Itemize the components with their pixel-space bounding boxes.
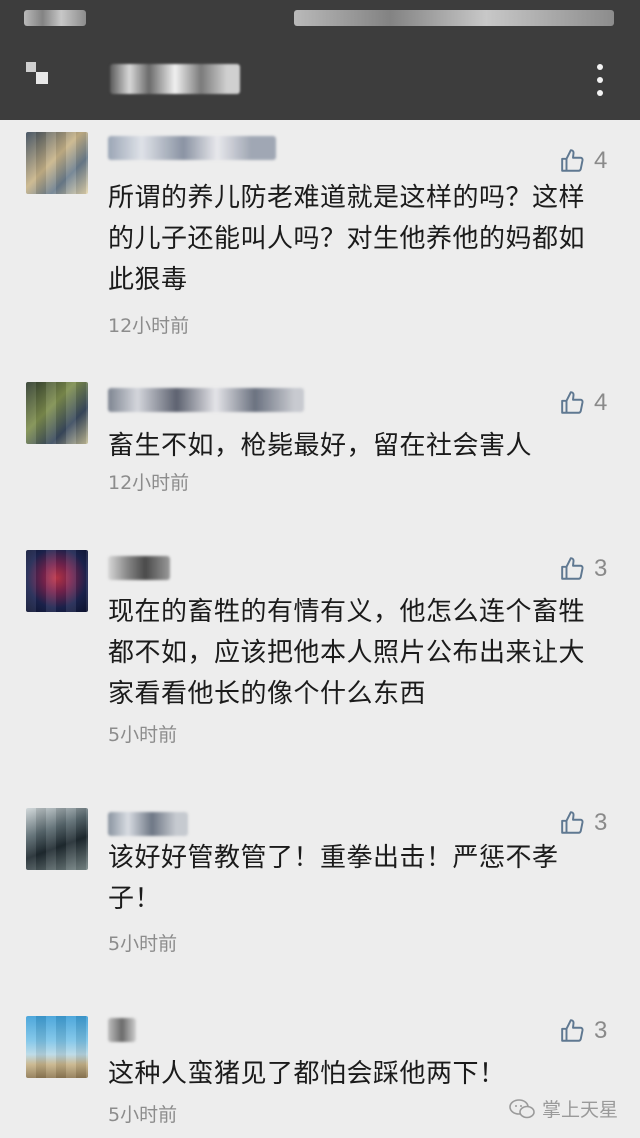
username[interactable]: •••• — [108, 812, 188, 836]
comment-time: 12小时前 — [108, 315, 190, 337]
page-title: ••••• — [110, 64, 240, 94]
comment-text: 现在的畜牲的有情有义，他怎么连个畜牲都不如，应该把他本人照片公布出来让大家看看他… — [108, 597, 586, 709]
like-count: 3 — [594, 809, 608, 836]
like-count: 3 — [594, 555, 608, 582]
back-arrow-icon[interactable] — [18, 56, 62, 100]
avatar[interactable] — [26, 382, 88, 444]
username[interactable]: •••••• — [108, 388, 304, 412]
comment-time: 5小时前 — [108, 1104, 178, 1126]
avatar[interactable] — [26, 1016, 88, 1078]
comment-text: 畜生不如，枪毙最好，留在社会害人 — [108, 431, 533, 461]
watermark: 掌上天星 — [508, 1095, 618, 1122]
app-bar: ••••• — [0, 36, 640, 120]
status-icons-blurred — [294, 10, 614, 26]
comment-time: 12小时前 — [108, 472, 190, 494]
comment-time: 5小时前 — [108, 933, 178, 955]
like-count: 4 — [594, 389, 608, 416]
like-button[interactable]: 3 — [560, 808, 620, 838]
thumbs-up-icon — [561, 557, 584, 580]
like-button[interactable]: 4 — [560, 146, 620, 176]
comment-text: 这种人蛮猪见了都怕会踩他两下！ — [108, 1059, 506, 1089]
wechat-icon — [509, 1098, 535, 1118]
status-bar — [0, 0, 640, 36]
watermark-text: 掌上天星 — [541, 1099, 618, 1121]
like-button[interactable]: 4 — [560, 388, 620, 418]
username[interactable]: • — [108, 1018, 136, 1042]
comment-time: 5小时前 — [108, 724, 178, 746]
like-button[interactable]: 3 — [560, 1016, 620, 1046]
thumbs-up-icon — [561, 149, 584, 172]
thumbs-up-icon — [561, 391, 584, 414]
username[interactable]: •••••• — [108, 136, 276, 160]
like-button[interactable]: 3 — [560, 554, 620, 584]
avatar[interactable] — [26, 550, 88, 612]
status-time-blurred — [24, 10, 86, 26]
comment-text: 该好好管教管了！重拳出击！严惩不孝子！ — [108, 843, 559, 914]
thumbs-up-icon — [561, 811, 584, 834]
username[interactable]: ••• — [108, 556, 170, 580]
more-vertical-icon[interactable] — [590, 60, 610, 100]
like-count: 3 — [594, 1017, 608, 1044]
avatar[interactable] — [26, 132, 88, 194]
thumbs-up-icon — [561, 1019, 584, 1042]
avatar[interactable] — [26, 808, 88, 870]
like-count: 4 — [594, 147, 608, 174]
comment-text: 所谓的养儿防老难道就是这样的吗？这样的儿子还能叫人吗？对生他养他的妈都如此狠毒 — [108, 183, 586, 295]
